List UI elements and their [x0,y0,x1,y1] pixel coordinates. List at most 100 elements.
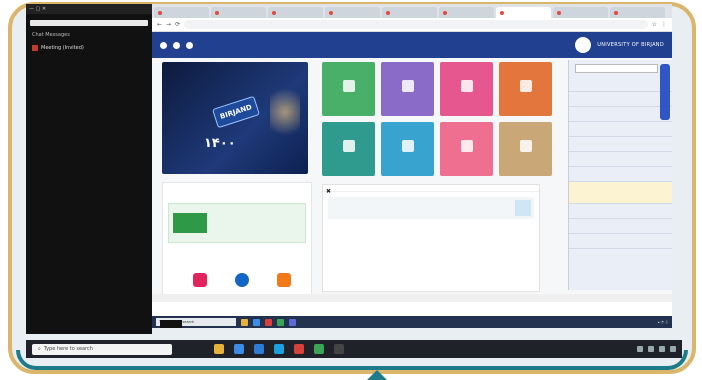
sidebar-item[interactable] [569,152,672,167]
browser-tab[interactable] [325,7,380,18]
service-tile[interactable] [440,122,493,176]
browser-tab[interactable] [268,7,323,18]
tab-favicon-icon [215,10,219,15]
university-logo [575,37,592,53]
header-brand: UNIVERSITY OF BIRJAND [569,37,664,53]
power-icon[interactable] [160,41,167,49]
browser-tab[interactable] [154,7,209,18]
app-icon-red[interactable] [265,318,272,326]
meeting-panel: — ▢ ✕ Chat Messages Meeting (Invited) [26,4,152,334]
sidebar-item[interactable] [569,182,672,204]
mail-icon[interactable] [234,344,244,354]
browser-tab[interactable] [211,7,266,18]
service-tile[interactable] [322,62,375,116]
outer-search-placeholder: Type here to search [43,346,93,352]
home-icon[interactable] [186,41,193,49]
close-icon[interactable]: ✖ [326,188,331,195]
sidebar-toggle-tab[interactable] [660,64,670,120]
inner-taskbar: Type here to search ▴ ◔ ♫ [152,316,672,328]
meeting-panel-topbar: — ▢ ✕ [26,4,152,14]
page-content: BIRJAND ۱۴۰۰ ✖ [152,58,672,302]
chat-messages-label: Chat Messages [32,32,70,38]
tab-favicon-icon [158,10,162,15]
tab-favicon-icon [500,10,504,15]
opera-icon[interactable] [294,344,304,354]
battery-icon[interactable] [659,346,665,352]
frame-arrow-decoration [365,370,389,380]
tab-favicon-icon [386,10,390,15]
sidebar-item[interactable] [569,219,672,234]
html-icon[interactable] [277,273,291,287]
tab-favicon-icon [329,10,333,15]
browser-tab[interactable] [553,7,608,18]
tile-icon [519,140,532,152]
browser-window: ← → ⟳ ☆ ⋮ UNIVERSITY OF BIRJAND BIRJAND [152,4,672,316]
settings-icon[interactable] [173,41,180,49]
meeting-search-input[interactable] [30,20,148,26]
edge-icon[interactable] [274,344,284,354]
outer-taskbar: ⌕ Type here to search [26,340,682,358]
service-tile[interactable] [499,122,552,176]
news-title [323,185,539,192]
pinned-apps [214,344,344,354]
sidebar-item[interactable] [569,122,672,137]
store-icon[interactable] [254,344,264,354]
network-icon[interactable] [637,346,643,352]
browser-tab[interactable] [439,7,494,18]
meeting-list-item[interactable]: Meeting (Invited) [26,41,152,55]
chrome-icon[interactable] [277,318,284,326]
sidebar-item[interactable] [569,204,672,219]
sidebar-item[interactable] [569,234,672,249]
service-tile[interactable] [381,62,434,116]
forward-icon[interactable]: → [166,21,171,28]
info-icon[interactable] [235,273,249,287]
clock-icon[interactable] [670,346,676,352]
browser-tab[interactable] [496,7,551,18]
menu-icon[interactable]: ⋮ [661,21,667,28]
university-name: UNIVERSITY OF BIRJAND [597,41,664,48]
browser-tab[interactable] [610,7,665,18]
teams-icon[interactable] [289,318,296,326]
browser-tab-bar [152,4,672,18]
tooltip [160,320,182,328]
inner-tray: ▴ ◔ ♫ [657,320,668,324]
usage-action-button[interactable] [173,213,207,233]
reload-icon[interactable]: ⟳ [175,21,180,28]
sidebar-item[interactable] [569,92,672,107]
service-tile[interactable] [322,122,375,176]
usage-info-box [168,203,306,243]
url-input[interactable] [184,20,648,29]
service-tile[interactable] [499,62,552,116]
address-bar: ← → ⟳ ☆ ⋮ [152,18,672,32]
news-panel: ✖ [322,184,540,292]
tile-icon [342,80,355,92]
volume-icon[interactable] [648,346,654,352]
file-explorer-icon[interactable] [214,344,224,354]
tile-icon [460,140,473,152]
sidebar-item[interactable] [569,167,672,182]
news-item[interactable] [328,197,534,219]
tab-favicon-icon [272,10,276,15]
sidebar-search-input[interactable] [575,64,658,73]
chrome-icon[interactable] [314,344,324,354]
tile-icon [519,80,532,92]
back-icon[interactable]: ← [157,21,162,28]
sidebar-item[interactable] [569,77,672,92]
status-bar-url [152,294,672,302]
tab-favicon-icon [614,10,618,15]
star-icon[interactable]: ☆ [652,21,657,28]
service-tile[interactable] [381,122,434,176]
window-controls[interactable]: — ▢ ✕ [29,6,46,12]
service-tile[interactable] [440,62,493,116]
banner-image[interactable]: BIRJAND ۱۴۰۰ [162,62,308,174]
folder-icon[interactable] [241,318,248,326]
outer-taskbar-search[interactable]: ⌕ Type here to search [32,343,172,355]
sidebar-item[interactable] [569,107,672,122]
right-sidebar [568,60,672,290]
sidebar-item[interactable] [569,137,672,152]
tile-icon [401,80,414,92]
browser-tab[interactable] [382,7,437,18]
app-store-icon[interactable] [193,273,207,287]
app-icon[interactable] [334,344,344,354]
edge-icon[interactable] [253,318,260,326]
